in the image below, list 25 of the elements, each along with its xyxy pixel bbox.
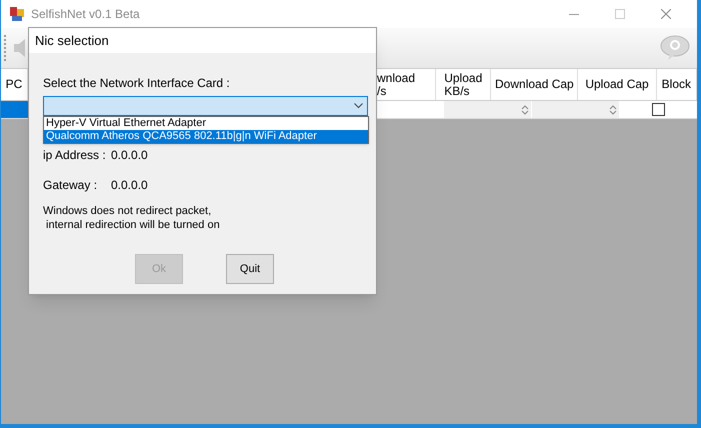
nic-dropdown[interactable] xyxy=(43,96,368,116)
column-header[interactable]: Block xyxy=(656,69,697,100)
dropdown-option[interactable]: Hyper-V Virtual Ethernet Adapter xyxy=(44,117,368,130)
block-checkbox[interactable] xyxy=(652,103,664,116)
field-label: ip Address : xyxy=(43,147,107,164)
app-icon xyxy=(9,6,25,22)
field-label: Gateway : xyxy=(43,177,98,194)
dialog-title: Nic selection xyxy=(35,32,109,50)
window-title: SelfishNet v0.1 Beta xyxy=(31,6,140,23)
spinner-icon[interactable] xyxy=(609,104,617,116)
dialog-button[interactable]: Quit xyxy=(226,254,274,284)
column-header[interactable]: Download Cap xyxy=(491,69,578,100)
field-value: 0.0.0.0 xyxy=(111,177,148,194)
redirect-message: Windows does not redirect packet, internal redirection will be turned on xyxy=(43,204,221,232)
spin-field[interactable] xyxy=(532,101,619,118)
spin-field[interactable] xyxy=(444,101,531,118)
close-icon xyxy=(661,9,671,19)
chevron-down-icon xyxy=(354,103,363,109)
prompt-label: Select the Network Interface Card : xyxy=(43,75,231,92)
spinner-icon[interactable] xyxy=(521,104,529,116)
dropdown-option[interactable]: Qualcomm Atheros QCA9565 802.11b|g|n WiFi Adapter xyxy=(44,130,368,143)
help-bubble-icon[interactable] xyxy=(660,35,690,61)
column-header[interactable]: Upload KB/s xyxy=(436,69,492,100)
field-value: 0.0.0.0 xyxy=(111,147,148,164)
column-header[interactable]: Upload Cap xyxy=(578,69,657,100)
